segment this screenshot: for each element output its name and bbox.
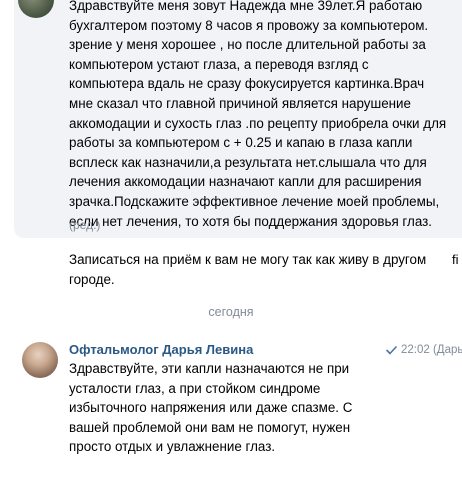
message-time: 22:02 (Дары [401, 344, 462, 356]
date-divider-label: сегодня [208, 305, 254, 319]
check-icon [386, 345, 397, 354]
reply-text: Здравствуйте, эти капли назначаются не п… [69, 361, 353, 455]
edited-label[interactable]: (ред.) [69, 218, 100, 232]
date-divider: сегодня [0, 305, 462, 323]
truncated-time-label: fi [452, 252, 459, 267]
message-status: 22:02 (Дары [386, 344, 462, 356]
doctor-avatar[interactable] [22, 342, 58, 378]
message-text: Здравствуйте меня зовут Надежда мне 39ле… [69, 0, 447, 229]
message-text-second: Записаться на приём к вам не могу так ка… [69, 252, 427, 287]
author-name[interactable]: Офтальмолог Дарья Левина [69, 342, 253, 357]
